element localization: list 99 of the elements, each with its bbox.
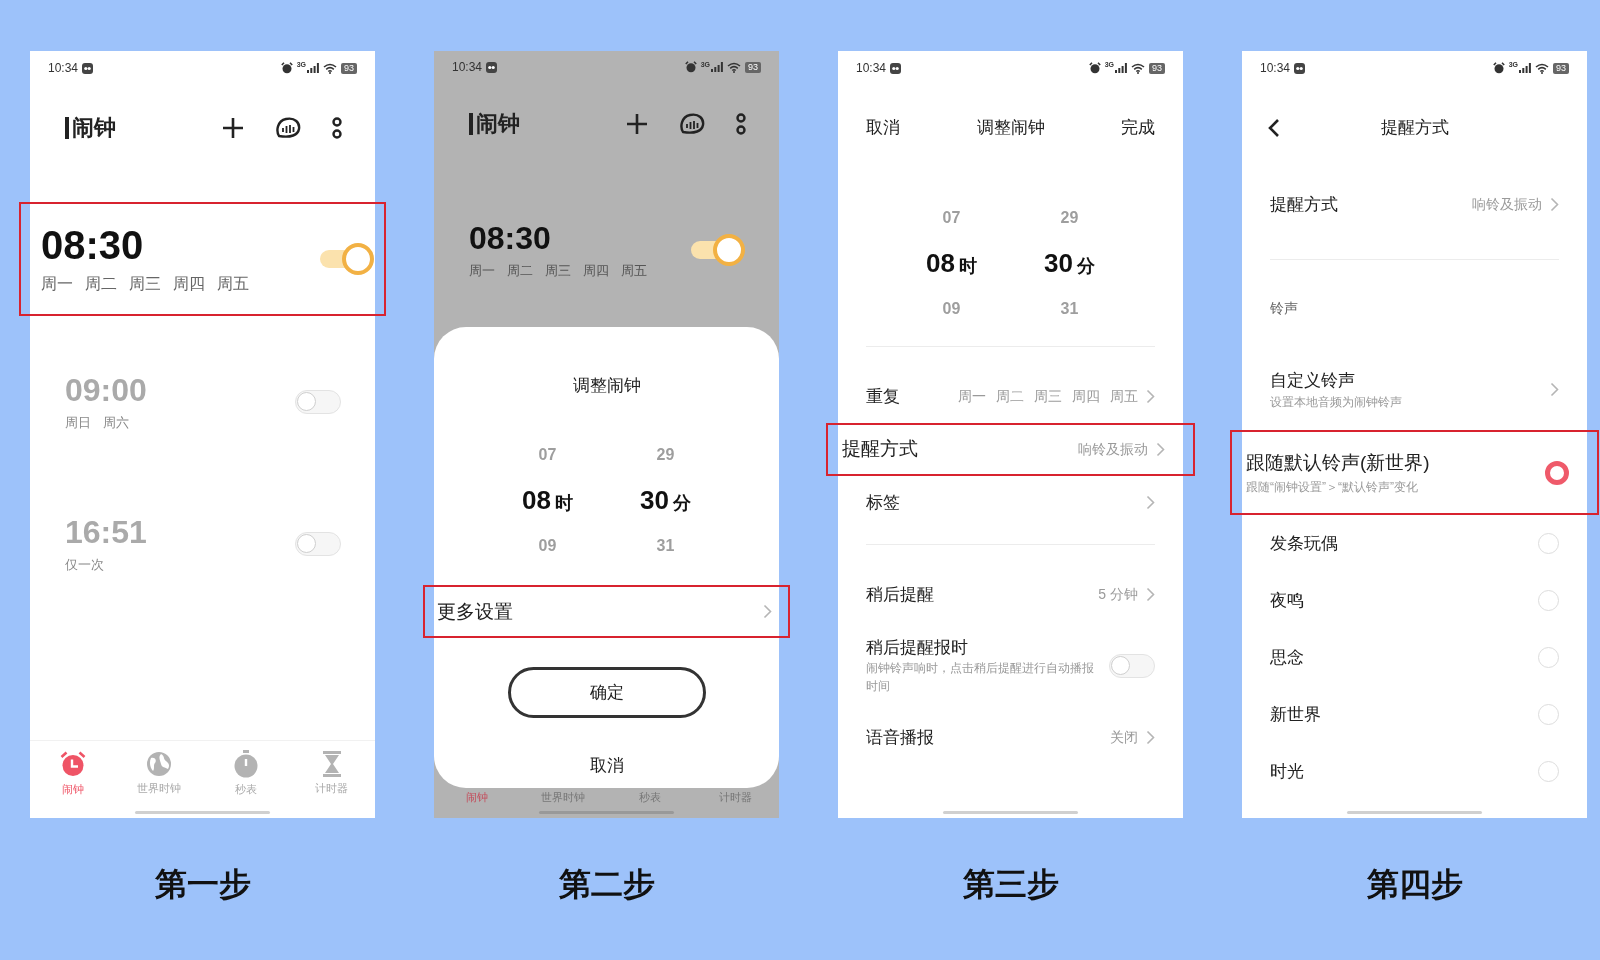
app-title: 闹钟 bbox=[65, 117, 191, 139]
alarm-time: 08:30 bbox=[469, 219, 552, 258]
chevron-right-icon bbox=[763, 604, 772, 620]
settings-row[interactable]: 稍后提醒 5 分钟 bbox=[838, 568, 1183, 621]
chevron-right-icon bbox=[1146, 730, 1155, 745]
status-time: 10:34 bbox=[1260, 60, 1291, 77]
toggle-switch[interactable] bbox=[320, 243, 374, 275]
settings-row[interactable]: 标签 bbox=[838, 476, 1183, 529]
alarm-day: 周一 bbox=[41, 272, 73, 296]
alarm-clock-icon bbox=[59, 749, 88, 778]
picker-selected-value[interactable]: 08 时 bbox=[926, 240, 977, 286]
cancel-button[interactable]: 取消 bbox=[583, 748, 630, 785]
setting-label: 稍后提醒报时 bbox=[866, 637, 969, 659]
toggle-switch[interactable] bbox=[691, 234, 745, 267]
back-icon[interactable] bbox=[1268, 118, 1280, 138]
alarm-time: 09:00 bbox=[65, 371, 148, 410]
add-icon[interactable] bbox=[221, 116, 245, 140]
step-caption: 第四步 bbox=[1366, 865, 1463, 904]
step-caption: 第三步 bbox=[962, 865, 1059, 904]
toggle-switch[interactable] bbox=[1109, 654, 1155, 678]
settings-row[interactable]: 提醒方式 响铃及振动 bbox=[1242, 178, 1587, 231]
confirm-button[interactable]: 确定 bbox=[507, 667, 706, 719]
app-title: 闹钟 bbox=[469, 113, 595, 136]
wifi-icon bbox=[1535, 62, 1549, 74]
wifi-icon bbox=[1131, 62, 1145, 74]
notification-icon bbox=[1294, 62, 1306, 74]
ringtone-option[interactable]: 思念 bbox=[1242, 629, 1587, 686]
picker-selected-value[interactable]: 30 分 bbox=[1044, 240, 1095, 286]
alarm-icon bbox=[684, 61, 697, 74]
chevron-right-icon bbox=[1156, 442, 1165, 457]
done-link[interactable]: 完成 bbox=[1121, 115, 1155, 141]
chevron-right-icon bbox=[1550, 382, 1559, 397]
status-time: 10:34 bbox=[48, 60, 79, 77]
chevron-right-icon bbox=[1146, 495, 1155, 510]
alarm-day: 周三 bbox=[545, 261, 571, 281]
section-label: 铃声 bbox=[1269, 299, 1299, 318]
ringtone-option[interactable]: 跟随默认铃声(新世界) 跟随“闹钟设置”＞“默认铃声”变化 bbox=[1230, 430, 1599, 515]
stopwatch-icon bbox=[232, 749, 259, 778]
hourglass-icon bbox=[321, 750, 342, 777]
status-time: 10:34 bbox=[452, 59, 483, 77]
screen-title: 提醒方式 bbox=[1380, 117, 1449, 140]
settings-row[interactable]: 提醒方式 响铃及振动 bbox=[826, 423, 1195, 476]
alarm-day: 周三 bbox=[129, 272, 161, 296]
more-icon[interactable] bbox=[331, 116, 343, 140]
toggle-switch[interactable] bbox=[295, 532, 341, 556]
status-time: 10:34 bbox=[856, 60, 887, 77]
cancel-link[interactable]: 取消 bbox=[866, 115, 900, 141]
toggle-switch[interactable] bbox=[295, 390, 341, 414]
alarm-icon bbox=[1088, 62, 1101, 74]
dialog-title: 调整闹钟 bbox=[572, 375, 641, 398]
notification-icon bbox=[82, 62, 94, 74]
alarm-day: 周四 bbox=[583, 261, 609, 281]
alarm-time: 08:30 bbox=[41, 222, 145, 268]
chevron-right-icon bbox=[1146, 587, 1155, 602]
alarm-icon bbox=[280, 62, 293, 74]
ringtone-option[interactable]: 新世界 bbox=[1242, 686, 1587, 743]
alarm-day: 周六 bbox=[103, 413, 129, 433]
setting-description: 闹钟铃声响时，点击稍后提醒进行自动播报时间 bbox=[866, 660, 1095, 695]
settings-row[interactable]: 重复 周一 周二 周三 周四 周五 bbox=[838, 370, 1183, 423]
step-caption: 第二步 bbox=[558, 865, 655, 904]
battery-level: 93 bbox=[1149, 62, 1165, 74]
wifi-icon bbox=[323, 62, 337, 74]
sound-bars-icon[interactable] bbox=[679, 112, 705, 137]
battery-level: 93 bbox=[341, 62, 357, 74]
picker-selected-value[interactable]: 30 分 bbox=[640, 477, 691, 524]
chevron-right-icon bbox=[1550, 197, 1559, 212]
more-icon[interactable] bbox=[735, 112, 747, 137]
ringtone-option[interactable]: 发条玩偶 bbox=[1242, 515, 1587, 572]
signal-icon bbox=[1519, 63, 1531, 73]
more-settings-row[interactable]: 更多设置 bbox=[423, 585, 790, 639]
wifi-icon bbox=[727, 61, 741, 73]
signal-icon bbox=[307, 63, 319, 73]
signal-icon bbox=[711, 62, 723, 73]
battery-level: 93 bbox=[1553, 62, 1569, 74]
battery-level: 93 bbox=[745, 61, 761, 73]
alarm-day: 周日 bbox=[65, 413, 91, 433]
add-icon[interactable] bbox=[625, 112, 649, 137]
screen-title: 调整闹钟 bbox=[976, 117, 1045, 140]
alarm-day: 周五 bbox=[621, 261, 647, 281]
settings-row[interactable]: 语音播报 关闭 bbox=[838, 711, 1183, 764]
notification-icon bbox=[486, 61, 498, 73]
alarm-icon bbox=[1492, 62, 1505, 74]
alarm-day: 仅一次 bbox=[65, 555, 104, 575]
step-caption: 第一步 bbox=[154, 865, 251, 904]
alarm-day: 周四 bbox=[173, 272, 205, 296]
ringtone-option[interactable]: 夜鸣 bbox=[1242, 572, 1587, 629]
tab-item[interactable]: 闹钟 bbox=[30, 741, 117, 806]
signal-icon bbox=[1115, 63, 1127, 73]
picker-selected-value[interactable]: 08 时 bbox=[522, 477, 573, 524]
alarm-day: 周二 bbox=[507, 261, 533, 281]
ringtone-option[interactable]: 时光 bbox=[1242, 743, 1587, 800]
alarm-day: 周二 bbox=[85, 272, 117, 296]
chevron-right-icon bbox=[1146, 389, 1155, 404]
notification-icon bbox=[890, 62, 902, 74]
alarm-day: 周五 bbox=[217, 272, 249, 296]
alarm-time: 16:51 bbox=[65, 513, 148, 552]
settings-row[interactable]: 自定义铃声 设置本地音频为闹钟铃声 bbox=[1242, 352, 1587, 427]
globe-icon bbox=[146, 750, 173, 777]
sound-bars-icon[interactable] bbox=[275, 116, 301, 140]
